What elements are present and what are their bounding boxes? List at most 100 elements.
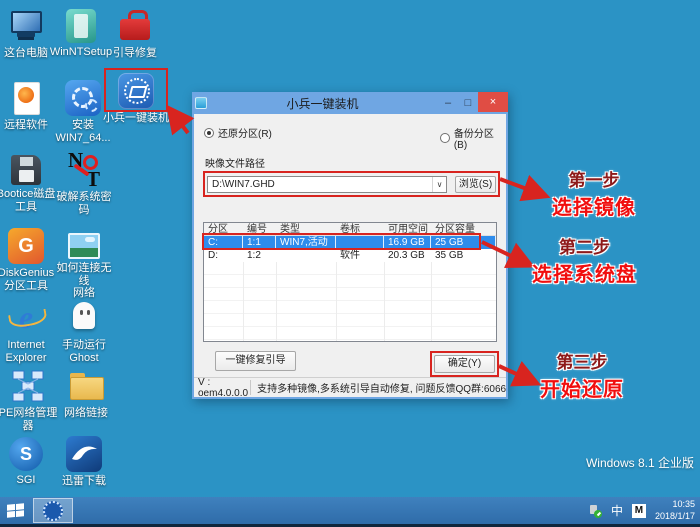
status-text: 支持多种镜像,多系统引导自动修复, 问题反馈QQ群:606616468 <box>250 380 506 395</box>
cell-partition: D: <box>208 250 218 261</box>
gear-icon <box>65 80 101 116</box>
clock-date: 2018/1/17 <box>654 510 695 521</box>
cell-number: 1:2 <box>247 250 261 261</box>
picture-icon <box>68 233 100 259</box>
toolbox-icon <box>117 8 153 44</box>
thunder-bird-icon <box>66 436 102 472</box>
desktop-icon-remote-software[interactable]: 远程软件 <box>0 80 58 132</box>
system-tray: 中 M 10:35 2018/1/17 <box>588 497 700 524</box>
header-type: 类型 <box>280 224 300 235</box>
dialog-app-icon <box>195 97 207 109</box>
step1-action: 选择镜像 <box>552 197 636 219</box>
backup-partition-radio[interactable]: 备份分区(B) <box>440 125 506 151</box>
close-icon[interactable]: × <box>478 92 508 112</box>
letter-g-glyph: G <box>18 235 34 257</box>
safely-remove-hardware-icon[interactable] <box>588 504 602 518</box>
table-row-c[interactable]: C: 1:1 WIN7,活动 16.9 GB 25 GB <box>204 236 496 249</box>
restore-partition-radio[interactable]: 还原分区(R) <box>204 125 272 140</box>
clock-time: 10:35 <box>672 499 695 510</box>
letter-t-glyph: T <box>85 167 100 191</box>
document-icon <box>8 80 44 116</box>
annotation-step3: 第三步 开始还原 <box>522 348 642 402</box>
taskbar-clock[interactable]: 10:35 2018/1/17 <box>655 499 695 522</box>
image-path-label: 映像文件路径 <box>205 159 265 170</box>
repair-boot-button[interactable]: 一键修复引导 <box>215 351 296 371</box>
desktop-icon-internet-explorer[interactable]: e Internet Explorer <box>0 300 58 364</box>
cell-capacity: 25 GB <box>431 236 496 249</box>
browse-button[interactable]: 浏览(S) <box>455 176 496 193</box>
maximize-icon[interactable]: □ <box>458 94 478 112</box>
desktop-icon-crack-password[interactable]: N T 破解系统密码 <box>52 148 116 216</box>
radio-selected-icon <box>204 127 214 138</box>
header-partition: 分区 <box>208 224 228 235</box>
header-capacity: 分区容量 <box>435 224 475 235</box>
ie-icon: e <box>8 300 44 336</box>
chevron-down-icon[interactable]: ∨ <box>432 177 446 192</box>
icon-label: 远程软件 <box>4 119 48 131</box>
taskbar-app-installer[interactable] <box>33 498 73 523</box>
icon-label: SGI <box>16 474 36 486</box>
icon-label: Internet Explorer <box>5 339 47 364</box>
start-button[interactable] <box>0 497 30 524</box>
step3-title: 第三步 <box>556 353 608 372</box>
ok-button[interactable]: 确定(Y) <box>434 355 495 373</box>
desktop-icon-diskgenius[interactable]: G DiskGenius 分区工具 <box>0 228 58 292</box>
cell-number: 1:1 <box>243 236 276 249</box>
installer-app-icon <box>118 73 154 109</box>
icon-label: 迅雷下载 <box>62 475 106 487</box>
dialog-body: 还原分区(R) 备份分区(B) 映像文件路径 D:\WIN7.GHD ∨ 浏览(… <box>194 114 506 399</box>
desktop-icon-thunder[interactable]: 迅雷下载 <box>52 436 116 488</box>
annotation-step2: 第二步 选择系统盘 <box>522 233 647 287</box>
icon-label: DiskGenius 分区工具 <box>0 267 55 292</box>
cell-type <box>276 249 336 262</box>
cell-free: 16.9 GB <box>384 236 431 249</box>
minimize-icon[interactable]: – <box>438 94 458 112</box>
cell-volume: 软件 <box>340 250 360 261</box>
computer-icon <box>8 8 44 44</box>
partition-table: 分区 编号 类型 卷标 可用空间 分区容量 C: 1:1 WIN7,活动 16.… <box>203 222 497 342</box>
sgi-icon: S <box>9 437 43 471</box>
installer-app-icon-small <box>43 500 63 521</box>
header-volume: 卷标 <box>340 224 360 235</box>
step2-title: 第二步 <box>559 238 610 257</box>
icon-label: Bootice磁盘 工具 <box>0 188 56 213</box>
letter-s-glyph: S <box>19 444 32 464</box>
dialog-statusbar: V : oem4.0.0.0 支持多种镜像,多系统引导自动修复, 问题反馈QQ群… <box>194 377 506 399</box>
header-number: 编号 <box>247 224 267 235</box>
radio-icon <box>440 133 450 143</box>
header-free-space: 可用空间 <box>388 224 428 235</box>
desktop-icon-bootice[interactable]: Bootice磁盘 工具 <box>0 152 58 213</box>
package-icon <box>66 9 96 43</box>
table-row-d[interactable]: D: 1:2 软件 20.3 GB 35 GB <box>204 249 496 262</box>
diskgenius-icon: G <box>8 228 44 264</box>
dialog-title: 小兵一键装机 <box>286 96 359 111</box>
desktop-icon-xiaobing-installer[interactable]: 小兵一键装机 <box>102 73 170 125</box>
icon-label: 小兵一键装机 <box>103 112 169 124</box>
icon-label: 引导修复 <box>113 47 157 59</box>
cell-capacity: 35 GB <box>435 250 464 261</box>
installer-dialog: 小兵一键装机 – □ × 还原分区(R) 备份分区(B) 映像文件路径 D:\W… <box>192 92 508 399</box>
input-language-indicator[interactable]: 中 <box>611 502 623 519</box>
desktop-icon-ghost[interactable]: 手动运行 Ghost <box>52 300 116 364</box>
cell-partition: C: <box>204 236 243 249</box>
os-version-label: Windows 8.1 企业版 <box>585 456 694 470</box>
desktop-icon-boot-repair[interactable]: 引导修复 <box>103 8 167 60</box>
desktop-icon-pe-network-manager[interactable]: PE网络管理器 <box>0 368 60 432</box>
step1-title: 第一步 <box>568 171 620 190</box>
nt-key-icon: N T <box>66 148 102 191</box>
icon-label: PE网络管理器 <box>0 407 58 432</box>
network-icon <box>10 368 46 404</box>
desktop-icon-wireless-help[interactable]: 如何连接无线 网络 <box>52 228 116 300</box>
radio-label: 备份分区(B) <box>453 129 494 151</box>
folder-icon <box>68 368 104 404</box>
desktop-icon-network-links[interactable]: 网络链接 <box>54 368 118 420</box>
step3-action: 开始还原 <box>540 379 624 401</box>
letter-n-glyph: N <box>68 148 84 172</box>
desktop-icon-sgi[interactable]: S SGI <box>0 436 58 487</box>
image-path-combobox[interactable]: D:\WIN7.GHD ∨ <box>207 176 447 193</box>
dialog-titlebar[interactable]: 小兵一键装机 – □ × <box>192 92 508 114</box>
windows-logo-icon <box>6 502 24 518</box>
floppy-disk-icon <box>11 155 41 185</box>
ime-mode-icon[interactable]: M <box>631 503 646 518</box>
desktop: 这台电脑 WinNTSetup 引导修复 远程软件 安装 WIN7_64... … <box>0 0 700 527</box>
